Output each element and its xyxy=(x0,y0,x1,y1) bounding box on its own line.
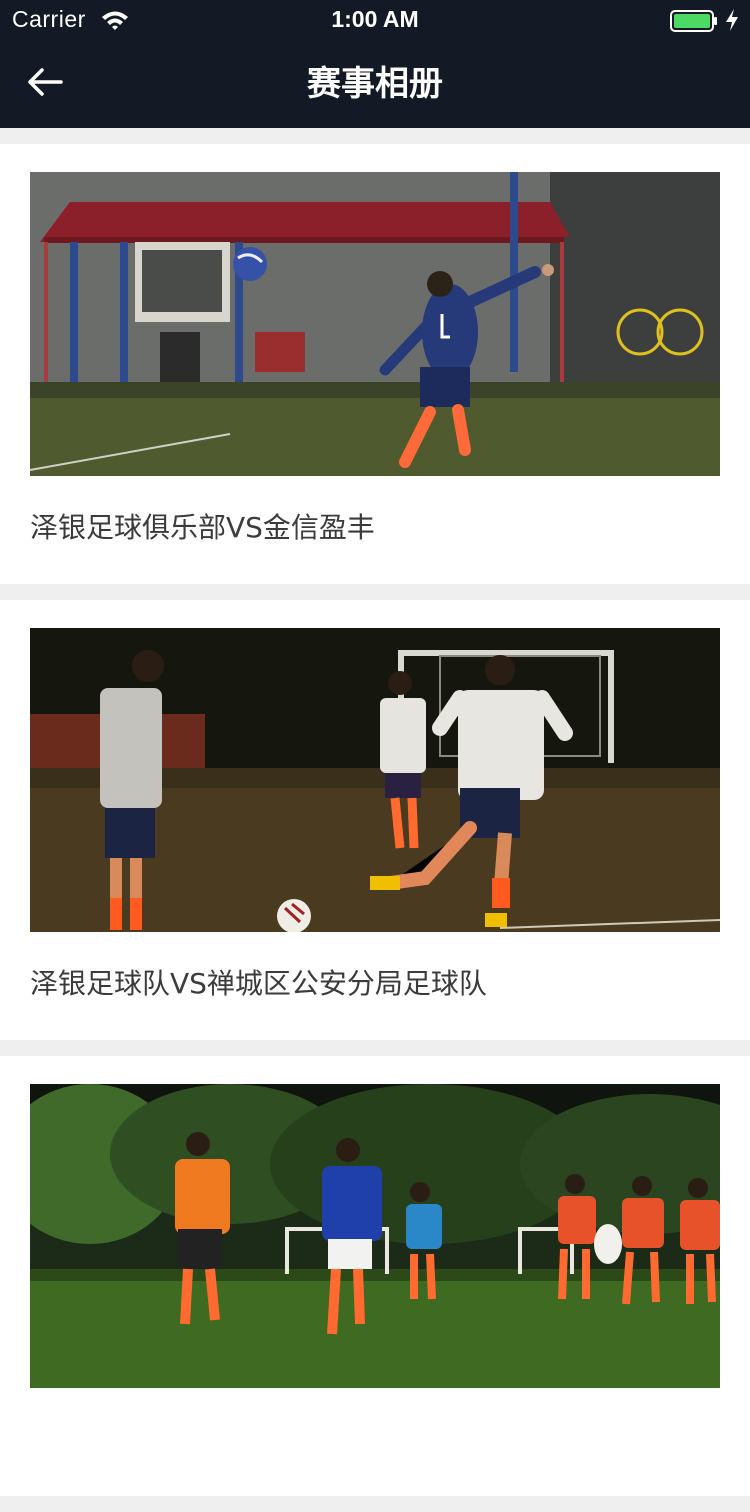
battery-icon xyxy=(670,10,718,32)
album-card[interactable]: 泽银足球俱乐部VS金信盈丰 xyxy=(0,144,750,584)
album-title: 泽银足球队VS禅城区公安分局足球队 xyxy=(30,967,487,1000)
album-cover-photo xyxy=(30,1084,720,1388)
album-cover-photo xyxy=(30,628,720,932)
charging-bolt-icon xyxy=(724,8,740,32)
page-title: 赛事相册 xyxy=(307,64,443,104)
status-bar: Carrier 1:00 AM xyxy=(0,0,750,40)
album-list: 泽银足球俱乐部VS金信盈丰 泽银足球队VS禅城区公安分局足球队 xyxy=(0,144,750,1512)
status-time: 1:00 AM xyxy=(331,6,419,32)
album-cover-photo xyxy=(30,172,720,476)
album-card[interactable] xyxy=(0,1056,750,1496)
album-title: 泽银足球俱乐部VS金信盈丰 xyxy=(30,511,375,544)
navigation-bar: 赛事相册 xyxy=(0,40,750,128)
album-card[interactable]: 泽银足球队VS禅城区公安分局足球队 xyxy=(0,600,750,1040)
